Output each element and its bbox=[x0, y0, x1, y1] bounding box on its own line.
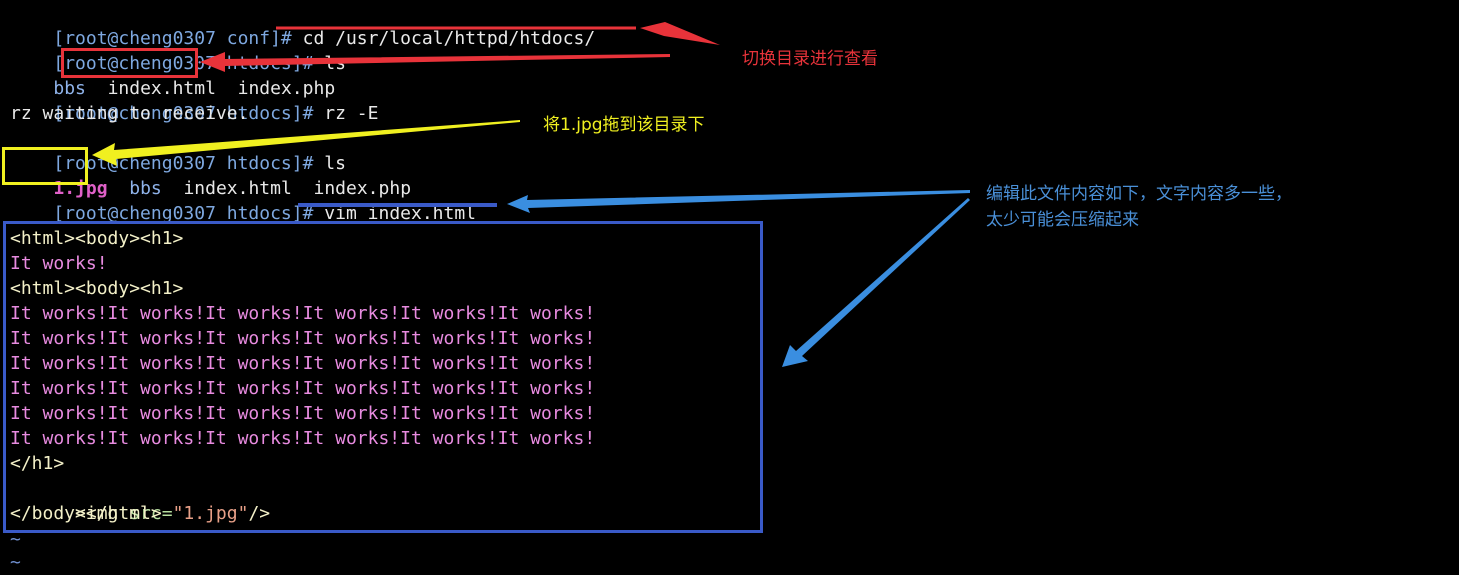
annotation-drag-jpg: 将1.jpg拖到该目录下 bbox=[543, 115, 705, 135]
arrow-yellow-1-jpg bbox=[92, 120, 520, 166]
annotation-edit-file-line1: 编辑此文件内容如下，文字内容多一些， bbox=[986, 184, 1292, 204]
arrow-blue-content bbox=[782, 198, 970, 367]
annotation-switch-dir: 切换目录进行查看 bbox=[742, 49, 878, 69]
arrow-red-cd bbox=[640, 22, 720, 45]
arrow-red-index-html bbox=[200, 52, 670, 72]
annotation-edit-file-line2: 太少可能会压缩起来 bbox=[986, 210, 1139, 230]
arrow-blue-vim bbox=[507, 190, 970, 213]
annotation-overlay bbox=[92, 22, 970, 367]
